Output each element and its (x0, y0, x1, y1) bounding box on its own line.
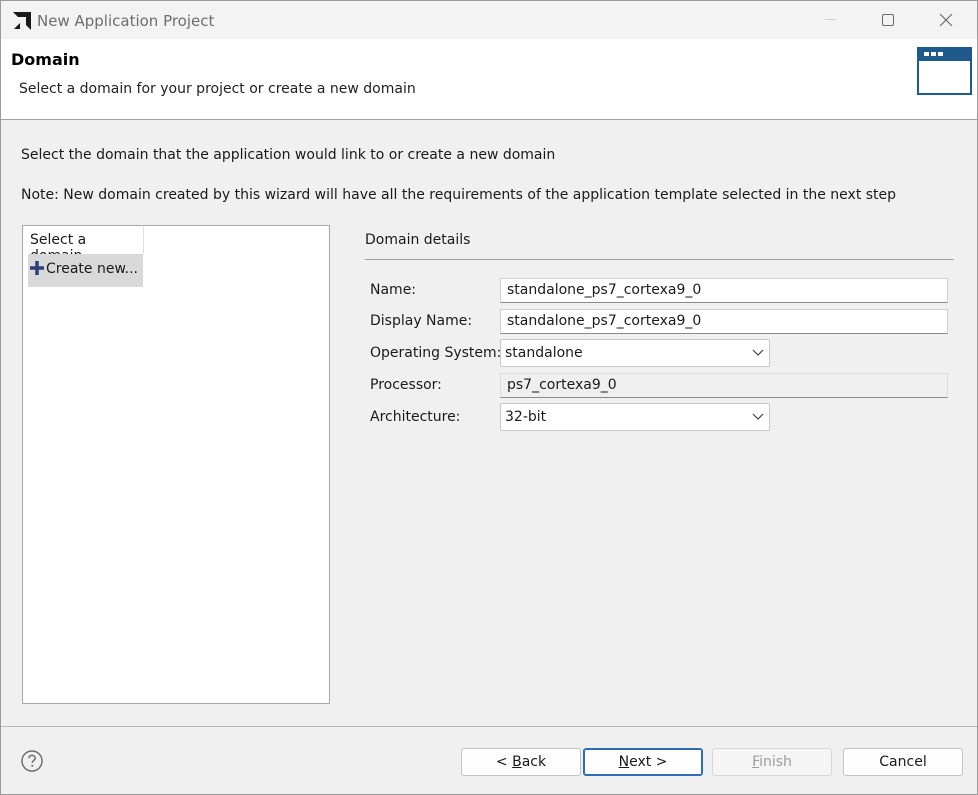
minimize-icon (825, 19, 835, 20)
page-title: Domain (11, 50, 80, 69)
window-title: New Application Project (37, 12, 215, 30)
finish-rest: inish (759, 754, 792, 770)
note-text: Note: New domain created by this wizard … (21, 187, 897, 203)
architecture-value: 32-bit (505, 409, 547, 425)
display-name-label: Display Name: (370, 313, 473, 329)
operating-system-select[interactable]: standalone (500, 339, 770, 367)
operating-system-value: standalone (505, 345, 583, 361)
help-icon[interactable] (21, 750, 43, 772)
architecture-select[interactable]: 32-bit (500, 403, 770, 431)
details-divider (365, 259, 954, 260)
back-prefix: < (495, 754, 513, 770)
name-field[interactable]: standalone_ps7_cortexa9_0 (500, 278, 948, 303)
window-icon (917, 47, 972, 95)
app-logo-icon (13, 12, 31, 30)
create-new-label: Create new... (46, 261, 138, 277)
chevron-down-icon (752, 413, 764, 420)
intro-text: Select the domain that the application w… (21, 147, 556, 163)
close-button[interactable] (917, 1, 975, 39)
create-new-domain-item[interactable]: Create new... (28, 254, 143, 287)
wizard-header: Domain Select a domain for your project … (1, 39, 977, 120)
display-name-field[interactable]: standalone_ps7_cortexa9_0 (500, 309, 948, 334)
domain-details-title: Domain details (365, 232, 471, 248)
processor-label: Processor: (370, 377, 442, 393)
processor-field: ps7_cortexa9_0 (500, 373, 948, 398)
next-mnemonic: N (618, 754, 630, 770)
back-mnemonic: B (512, 754, 522, 770)
title-bar: New Application Project (1, 1, 977, 39)
next-button[interactable]: Next > (583, 748, 703, 776)
chevron-down-icon (752, 349, 764, 356)
next-rest: ext > (629, 754, 668, 770)
close-icon (939, 13, 953, 27)
minimize-button[interactable] (801, 1, 859, 39)
maximize-button[interactable] (859, 1, 917, 39)
name-label: Name: (370, 282, 417, 298)
page-subtitle: Select a domain for your project or crea… (19, 81, 416, 97)
finish-button[interactable]: Finish (712, 748, 832, 776)
domain-list-header: Select a domain (24, 227, 144, 264)
footer-divider (1, 726, 977, 727)
back-button[interactable]: < Back (461, 748, 581, 776)
back-rest: ack (521, 754, 547, 770)
domain-list[interactable]: Select a domain Create new... (22, 225, 330, 704)
plus-icon (30, 261, 44, 275)
cancel-button[interactable]: Cancel (843, 748, 963, 776)
operating-system-label: Operating System: (370, 345, 502, 361)
maximize-icon (882, 14, 894, 26)
new-application-project-dialog: New Application Project Domain Select a … (0, 0, 978, 795)
architecture-label: Architecture: (370, 409, 461, 425)
